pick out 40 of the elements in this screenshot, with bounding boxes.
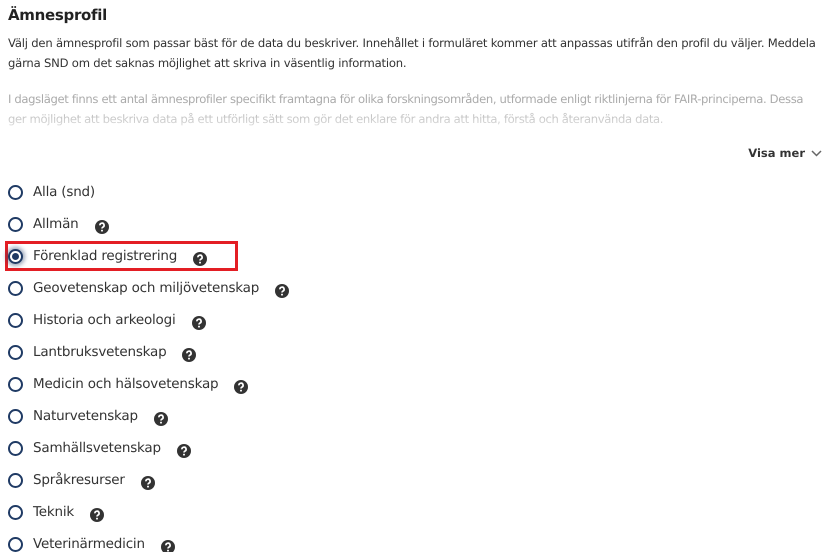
radio-button[interactable] xyxy=(8,472,23,488)
radio-button[interactable] xyxy=(8,184,23,200)
option-label[interactable]: Språkresurser xyxy=(33,470,125,490)
radio-button[interactable] xyxy=(8,280,23,296)
radio-button[interactable] xyxy=(8,248,23,264)
help-icon[interactable] xyxy=(176,444,191,458)
option-label[interactable]: Förenklad registrering xyxy=(33,246,178,266)
option-label[interactable]: Veterinärmedicin xyxy=(33,534,145,552)
option-label[interactable]: Naturvetenskap xyxy=(33,406,138,426)
option-label[interactable]: Historia och arkeologi xyxy=(33,310,176,330)
option-label[interactable]: Alla (snd) xyxy=(33,182,95,202)
help-icon[interactable] xyxy=(160,540,175,552)
chevron-icon xyxy=(811,150,822,158)
help-icon[interactable] xyxy=(140,476,155,490)
radio-button[interactable] xyxy=(8,408,23,424)
radio-button[interactable] xyxy=(8,216,23,232)
help-icon[interactable] xyxy=(154,412,168,426)
more-info-text: I dagsläget finns ett antal ämnesprofiler specifikt framtagna för olika forskningsområden, utformade enligt riktlinjerna för FAIR-principerna. Dessa ger möjlighet att beskriva data på ett utförligt sätt som gör det enklare för andra att hitta, förstå och återanvända data. xyxy=(8,91,804,128)
option-label[interactable]: Allmän xyxy=(33,214,79,234)
option-label[interactable]: Lantbruksvetenskap xyxy=(33,342,166,362)
option-label[interactable]: Geovetenskap och miljövetenskap xyxy=(33,278,260,298)
help-icon[interactable] xyxy=(90,508,104,522)
option-label[interactable]: Medicin och hälsovetenskap xyxy=(33,374,218,394)
help-icon[interactable] xyxy=(193,252,208,266)
radio-button[interactable] xyxy=(8,312,23,328)
show-more-button[interactable]: Visa mer xyxy=(748,145,822,162)
description-text: Välj den ämnesprofil som passar bäst för de data du beskriver. Innehållet i formuläret kommer att anpassas utifrån den profil du väljer. Meddela gärna SND om det saknas möjlighet att skriva in väsentlig information. xyxy=(8,35,817,72)
help-icon[interactable] xyxy=(234,380,248,394)
section-heading: Ämnesprofil xyxy=(8,6,108,24)
radio-button[interactable] xyxy=(8,536,23,552)
help-icon[interactable] xyxy=(192,316,206,330)
radio-button[interactable] xyxy=(8,440,23,456)
option-label[interactable]: Samhällsvetenskap xyxy=(33,438,161,458)
help-icon[interactable] xyxy=(94,220,109,234)
radio-button[interactable] xyxy=(8,344,23,360)
radio-button[interactable] xyxy=(8,376,23,392)
help-icon[interactable] xyxy=(182,348,196,362)
radio-button[interactable] xyxy=(8,504,23,520)
option-label[interactable]: Teknik xyxy=(33,502,74,522)
help-icon[interactable] xyxy=(275,284,290,298)
